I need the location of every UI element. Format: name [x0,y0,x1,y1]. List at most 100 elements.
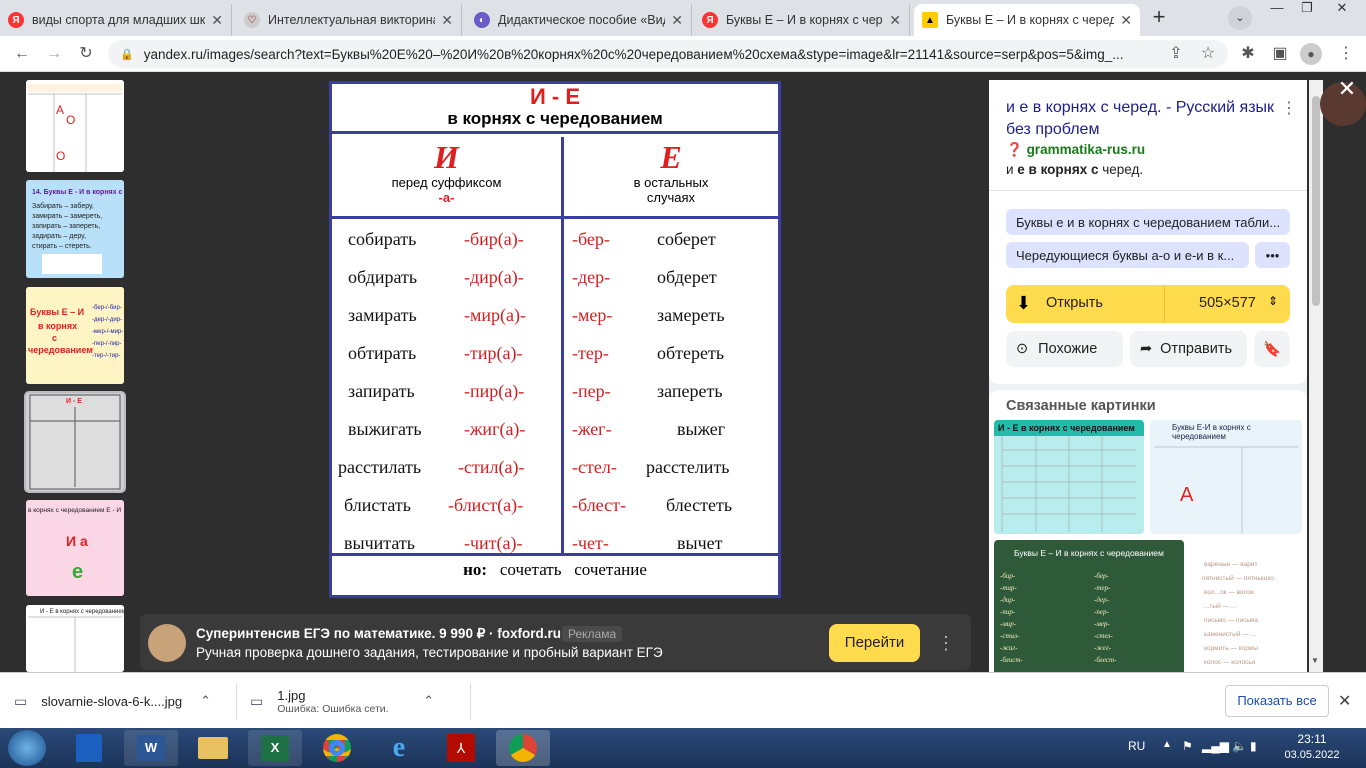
main-image[interactable]: И - Е в корнях с чередованием И перед су… [329,81,781,598]
tab-4[interactable]: Я Буквы Е – И в корнях с черед ✕ [694,4,910,36]
download-filename: 1.jpg [277,687,306,703]
taskbar-floppy-icon[interactable] [62,730,116,766]
download-item[interactable]: ▭ slovarnie-slova-6-k....jpg ⌃ [14,673,236,729]
size-select-icon[interactable]: ⇕ [1268,294,1278,308]
image-info-card: и е в корнях с черед. - Русский язык без… [989,80,1307,384]
more-icon[interactable]: ⋮ [930,624,962,662]
tab-5-active[interactable]: ▲ Буквы Е – И в корнях с черед ✕ [914,4,1140,36]
tab-2[interactable]: ♡ Интеллектуальная викторина ✕ [236,4,462,36]
taskbar-explorer-icon[interactable] [186,730,240,766]
open-image-button[interactable]: ⬇ Открыть 505×577 ⇕ [1006,285,1290,323]
related-image-3[interactable]: Буквы Е – И в корнях с чередованием -бир… [994,540,1184,680]
reload-icon[interactable]: ↻ [74,42,98,66]
tab-search-button[interactable]: ⌄ [1228,6,1252,30]
taskbar-ie-icon[interactable]: e [372,730,426,766]
flag-icon[interactable]: ⚑ [1182,739,1193,753]
svg-text:-блест-: -блест- [1094,656,1117,664]
tab-label: Дидактическое пособие «Вид [498,13,666,27]
tab-1[interactable]: Я виды спорта для младших шк ✕ [0,4,232,36]
site-domain[interactable]: grammatika-rus.ru [1027,142,1146,157]
menu-icon[interactable]: ⋮ [1334,42,1358,66]
new-tab-button[interactable]: + [1146,6,1172,30]
svg-text:чередованием: чередованием [28,345,93,355]
show-all-downloads-button[interactable]: Показать все [1225,685,1329,717]
tab-strip: Я виды спорта для младших шк ✕ ♡ Интелле… [0,0,1366,36]
clock-time[interactable]: 23:11 [1286,732,1338,746]
taskbar-acrobat-icon[interactable]: ⅄ [434,730,488,766]
taskbar-chrome-active-icon[interactable] [496,730,550,766]
tray-arrow-icon[interactable]: ▲ [1162,739,1172,750]
scroll-down-icon[interactable]: ▼ [1311,656,1319,665]
similar-button[interactable]: ⊙ Похожие [1006,331,1123,367]
ad-title[interactable]: Суперинтенсив ЕГЭ по математике. 9 990 ₽… [196,626,561,642]
svg-text:-жиг-: -жиг- [1000,644,1018,652]
more-chips-icon[interactable]: ••• [1255,242,1290,268]
battery-icon[interactable]: ▮ [1250,739,1257,753]
chevron-up-icon[interactable]: ⌃ [423,693,434,709]
back-icon[interactable]: ← [10,42,34,66]
thumbnail-5[interactable]: в корнях с чередованием Е - И И а е [26,500,124,596]
forward-icon[interactable]: → [42,42,66,66]
letter-i: И [434,139,459,175]
svg-text:И а: И а [66,533,88,549]
scrollbar-thumb[interactable] [1312,96,1320,306]
share-button[interactable]: ➦ Отправить [1130,331,1247,367]
ad-go-button[interactable]: Перейти [829,624,920,662]
profile-avatar[interactable]: ● [1300,43,1322,65]
ad-banner[interactable]: Суперинтенсив ЕГЭ по математике. 9 990 ₽… [140,614,971,670]
extensions-icon[interactable]: ✱ [1236,42,1260,66]
close-viewer-icon[interactable]: ✕ [1336,78,1358,100]
taskbar-excel-icon[interactable]: X [248,730,302,766]
close-window-button[interactable]: ✕ [1322,0,1362,20]
close-tab-icon[interactable]: ✕ [211,12,223,29]
clock-date[interactable]: 03.05.2022 [1278,749,1346,761]
taskbar-chrome-icon[interactable] [310,730,364,766]
tab-3[interactable]: ◐ Дидактическое пособие «Вид ✕ [466,4,692,36]
related-search-chip[interactable]: Чередующиеся буквы а-о и е-и в к... [1006,242,1249,268]
thumbnail-2[interactable]: 14. Буквы Е - И в корнях с Забирать – за… [26,180,124,278]
url-text: yandex.ru/images/search?text=Буквы%20Е%2… [143,46,1124,62]
thumbnail-1[interactable]: А О О [26,80,124,172]
side-panel-icon[interactable]: ▣ [1268,42,1292,66]
svg-text:-тир-: -тир- [1000,584,1017,592]
address-bar[interactable]: 🔒 yandex.ru/images/search?text=Буквы%20Е… [108,40,1228,68]
image-size[interactable]: 505×577 [1199,295,1256,311]
language-indicator[interactable]: RU [1128,739,1145,753]
volume-icon[interactable]: 🔈 [1232,739,1247,753]
related-image-2[interactable]: Буквы Е-И в корнях с чередованием А [1150,420,1302,534]
panel-scrollbar[interactable]: ▼ [1309,80,1323,672]
related-image-4[interactable]: вареные — варит пятнистый — пятнышко вол..… [1190,540,1302,680]
bookmark-icon[interactable]: 🔖 [1254,331,1290,367]
start-button[interactable] [8,730,46,766]
poster-title: И - Е [529,84,581,109]
root-e: -жег- [572,419,612,439]
download-icon: ⬇ [1016,293,1032,313]
related-image-title: Буквы Е-И в корнях с чередованием [1172,423,1251,441]
footer-word-1: сочетать [499,560,562,579]
word-row: выжигать -жиг(а)- -жег-выжег [332,409,778,447]
close-tab-icon[interactable]: ✕ [1120,12,1132,29]
taskbar-word-icon[interactable]: W [124,730,178,766]
thumbnail-6[interactable]: И - Е в корнях с чередованием [26,605,124,672]
bookmark-star-icon[interactable]: ☆ [1196,42,1220,66]
thumbnail-3-image: Буквы Е – И в корнях с чередованием -бер… [26,287,124,384]
related-image-1[interactable]: И - Е в корнях с чередованием [994,420,1144,534]
download-item[interactable]: ▭ 1.jpg Ошибка: Ошибка сети. ⌃ [250,673,468,729]
thumbnail-3[interactable]: Буквы Е – И в корнях с чередованием -бер… [26,287,124,384]
close-tab-icon[interactable]: ✕ [671,12,683,29]
footer-label: но: [463,560,488,579]
share-icon[interactable]: ⇪ [1164,42,1188,66]
close-downloads-icon[interactable]: ✕ [1338,691,1351,711]
source-site[interactable]: ❓ grammatika-rus.ru [1006,142,1145,158]
chevron-up-icon[interactable]: ⌃ [200,693,211,709]
restore-button[interactable]: ❐ [1292,0,1322,20]
thumbnail-4-selected[interactable]: И - Е [24,391,126,493]
close-tab-icon[interactable]: ✕ [889,12,901,29]
source-title-link[interactable]: и е в корнях с черед. - Русский язык без… [1006,97,1276,141]
more-icon[interactable]: ⋮ [1281,98,1297,118]
network-icon[interactable]: ▂▄▆ [1202,739,1229,753]
svg-text:О: О [66,113,75,127]
minimize-button[interactable]: — [1262,0,1292,20]
close-tab-icon[interactable]: ✕ [441,12,453,29]
related-search-chip[interactable]: Буквы е и в корнях с чередованием табли.… [1006,209,1290,235]
